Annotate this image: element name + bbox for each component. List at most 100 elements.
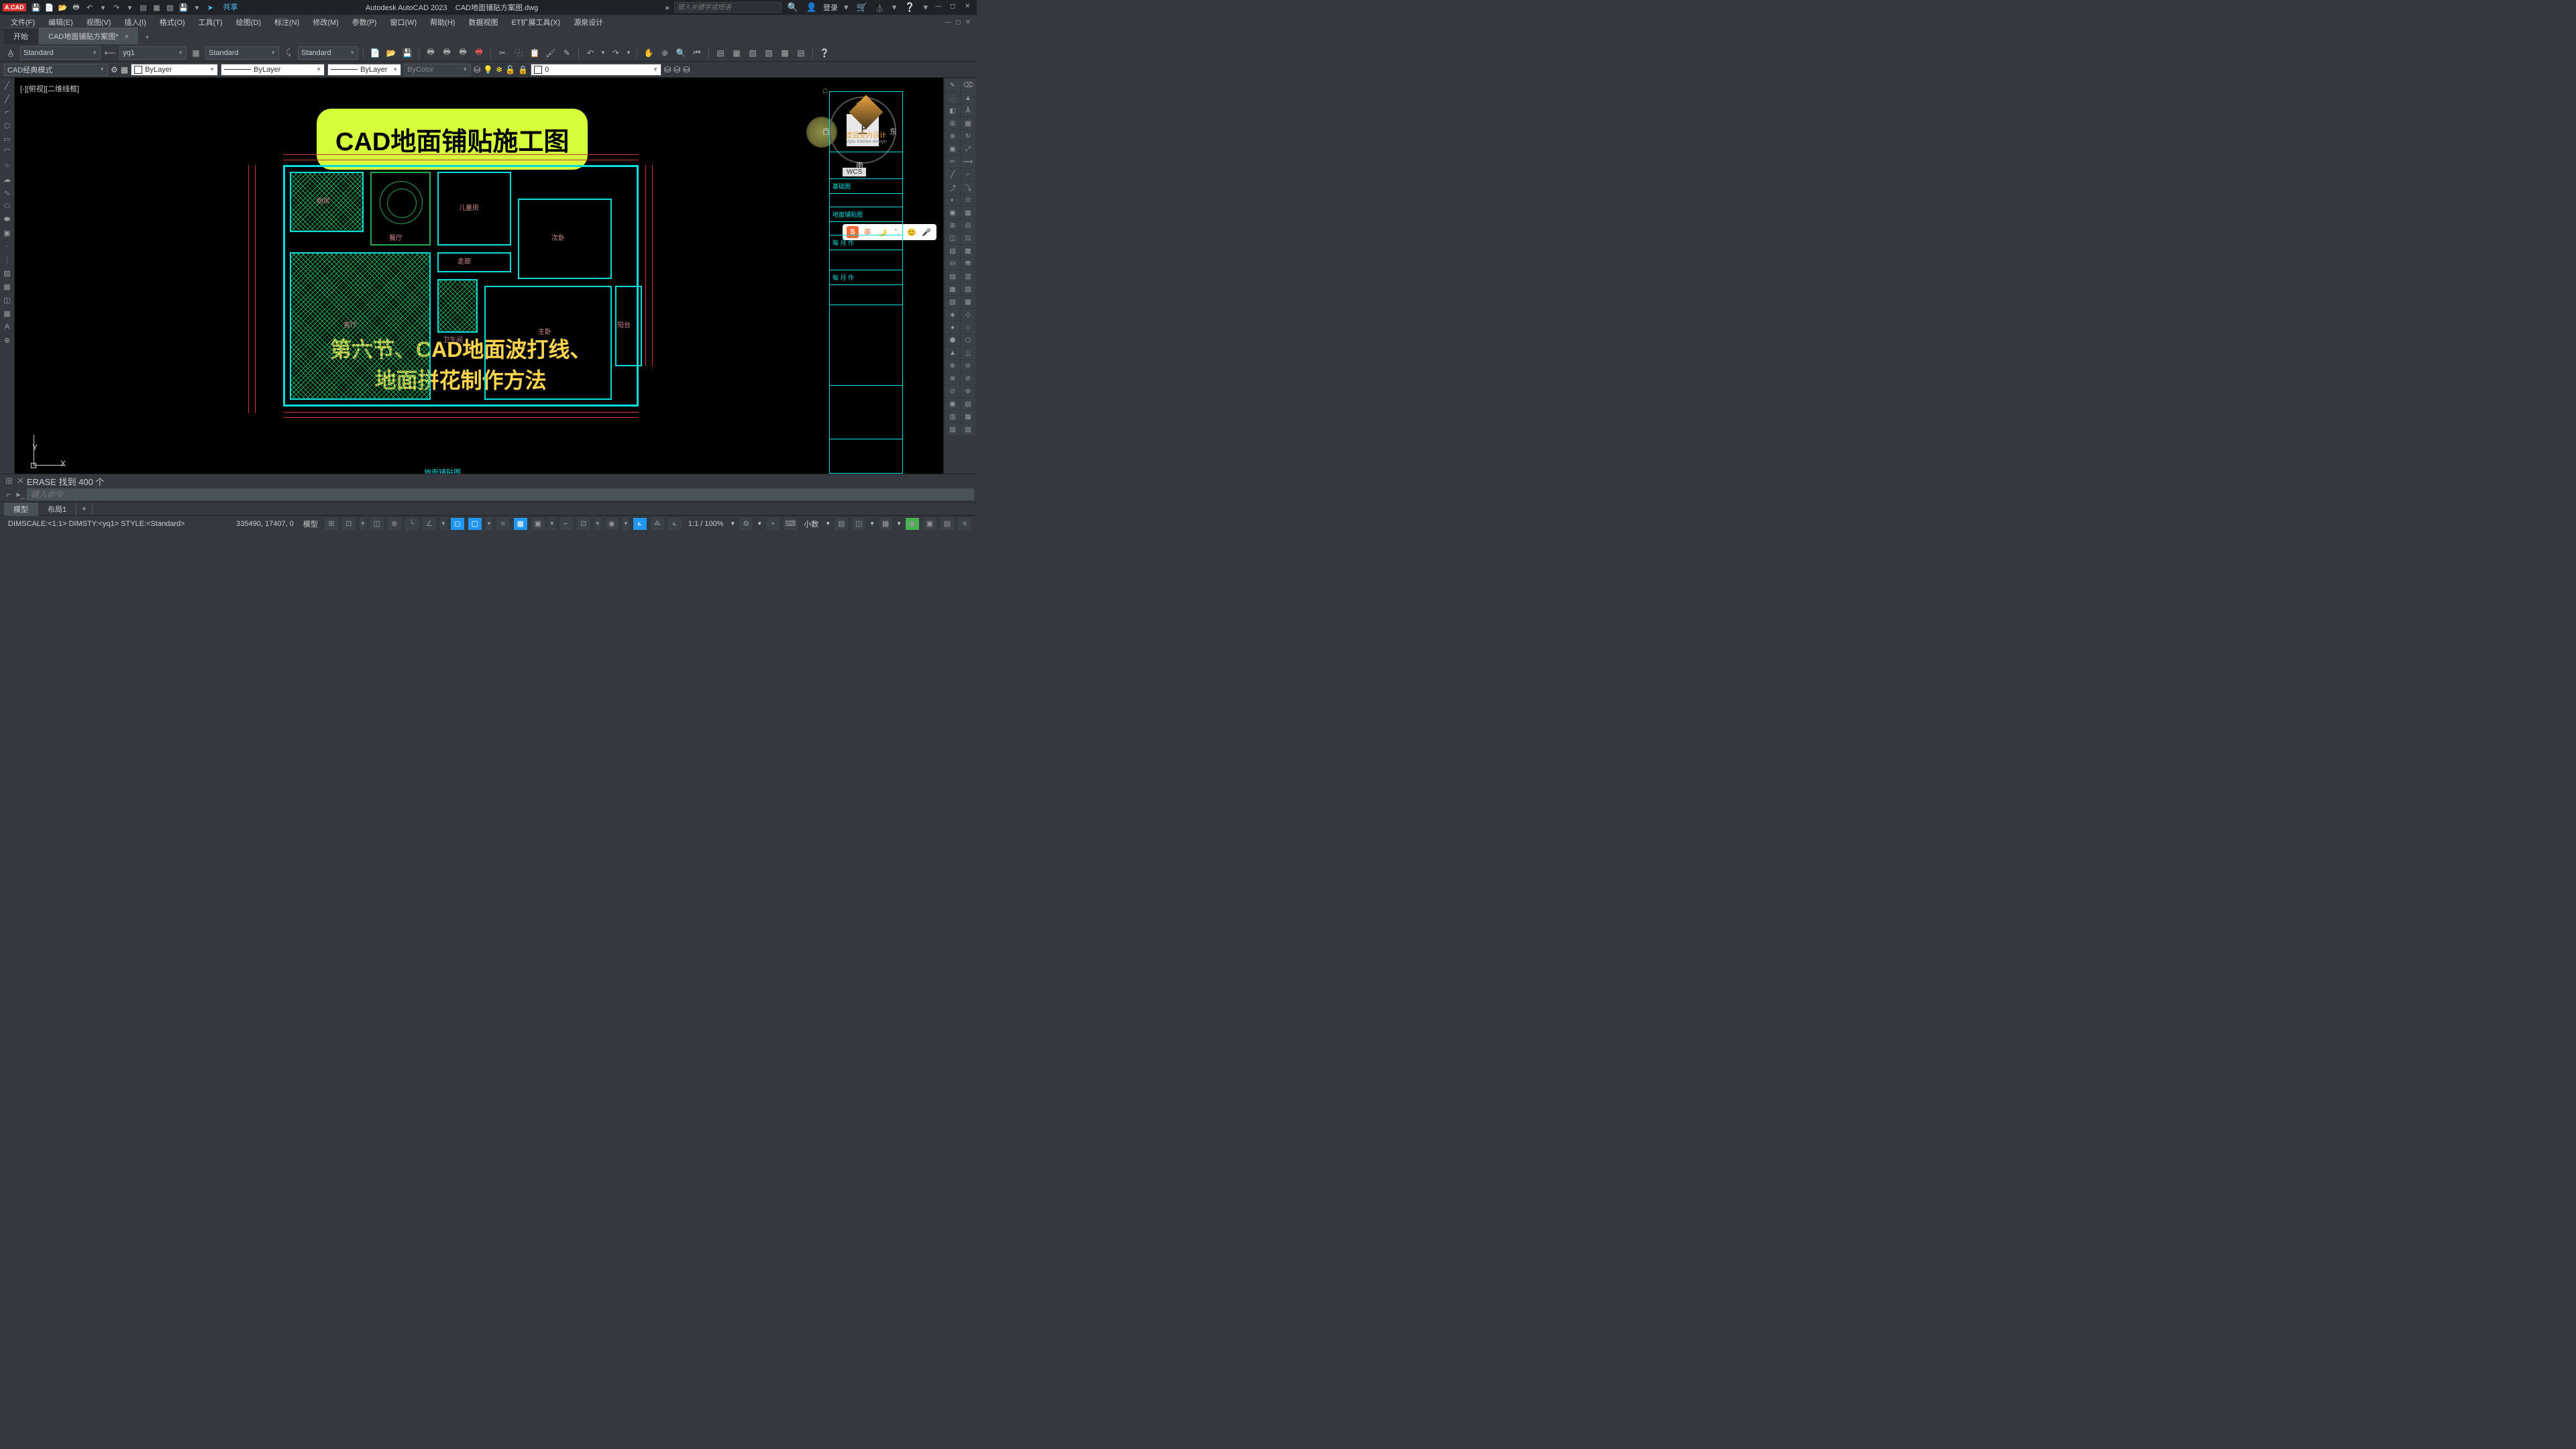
- table-style-icon[interactable]: ▦: [189, 46, 203, 60]
- osnap-drop[interactable]: ▼: [440, 518, 447, 530]
- lineweight-dropdown[interactable]: ByLayer▼: [327, 64, 401, 76]
- transparency-icon[interactable]: ▦: [514, 518, 527, 530]
- qat-save2-icon[interactable]: 💾: [178, 1, 190, 13]
- tab-document[interactable]: CAD地面铺贴方案图* ×: [39, 28, 138, 44]
- rectangle-tool[interactable]: ▭: [1, 133, 13, 145]
- share-icon[interactable]: ➤: [205, 1, 217, 13]
- snap-icon[interactable]: ⊡: [342, 518, 356, 530]
- save-file-icon[interactable]: 💾: [400, 46, 414, 60]
- status-coords[interactable]: 335490, 17407, 0: [233, 520, 297, 528]
- zoom-rt-icon[interactable]: ⊕: [658, 46, 672, 60]
- polar-icon[interactable]: ⊕: [388, 518, 401, 530]
- help-drop-icon[interactable]: ▾: [921, 2, 930, 13]
- rtool[interactable]: ▤: [945, 270, 960, 282]
- qp-icon[interactable]: ◉: [605, 518, 619, 530]
- ellipse-tool[interactable]: ⬭: [1, 200, 13, 212]
- 3dosnap-icon[interactable]: ⌐: [559, 518, 573, 530]
- rtool[interactable]: ⬢: [945, 334, 960, 346]
- layer-dropdown[interactable]: 0▼: [531, 64, 661, 76]
- undo-drop-icon[interactable]: ▾: [97, 1, 109, 13]
- spline-tool[interactable]: ∿: [1, 186, 13, 199]
- command-prompt-icon[interactable]: ⌐: [3, 490, 15, 499]
- table-tool[interactable]: ▦: [1, 307, 13, 319]
- line-tool[interactable]: ╱: [1, 79, 13, 91]
- qp-drop[interactable]: ▼: [623, 518, 629, 530]
- minimize-button[interactable]: —: [934, 3, 945, 12]
- linetype-dropdown[interactable]: ByLayer▼: [221, 64, 325, 76]
- rtool[interactable]: ▲: [961, 92, 975, 104]
- mtext-tool[interactable]: A: [1, 321, 13, 333]
- rtool[interactable]: ⊖: [961, 360, 975, 372]
- copy-icon[interactable]: ⿻: [512, 46, 525, 60]
- login-button[interactable]: 登录: [823, 2, 838, 13]
- hatch-tool[interactable]: ▨: [1, 267, 13, 279]
- cut-icon[interactable]: ✂: [496, 46, 509, 60]
- redo-drop-icon[interactable]: ▾: [124, 1, 136, 13]
- cycle-drop[interactable]: ▼: [549, 518, 555, 530]
- zoom-window-icon[interactable]: 🔍: [674, 46, 688, 60]
- rtool[interactable]: ⌐: [961, 168, 975, 180]
- toolpal-icon[interactable]: ▧: [746, 46, 759, 60]
- redo-drop-icon[interactable]: ▼: [625, 46, 632, 60]
- pline-tool[interactable]: ⌐: [1, 106, 13, 118]
- grid-icon[interactable]: ⊞: [325, 518, 338, 530]
- region-tool[interactable]: ◫: [1, 294, 13, 306]
- app-icon[interactable]: ⏃: [873, 1, 886, 14]
- layer-lock-icon[interactable]: 🔓: [505, 65, 515, 74]
- menu-modify[interactable]: 修改(M): [306, 15, 345, 30]
- rtool[interactable]: ▦: [961, 411, 975, 423]
- tab-layout1[interactable]: 布局1: [38, 502, 76, 516]
- qat-drop-icon[interactable]: ▾: [191, 1, 203, 13]
- cart-icon[interactable]: 🛒: [855, 2, 869, 13]
- hw-accel-icon[interactable]: ◉: [906, 518, 919, 530]
- command-input[interactable]: [27, 488, 974, 500]
- block-tool[interactable]: ▣: [1, 227, 13, 239]
- scale-icon[interactable]: ⟀: [633, 518, 647, 530]
- tab-start[interactable]: 开始: [4, 28, 38, 44]
- ortho-icon[interactable]: ◫: [370, 518, 384, 530]
- rtool[interactable]: ▨: [945, 296, 960, 308]
- menu-dimension[interactable]: 标注(N): [268, 15, 306, 30]
- rtool[interactable]: ⿻: [945, 92, 960, 104]
- rtool[interactable]: ▦: [961, 117, 975, 129]
- rtool[interactable]: Å: [961, 105, 975, 117]
- otrack-icon[interactable]: ◻: [451, 518, 464, 530]
- point-tool[interactable]: ·: [1, 240, 13, 252]
- color-dropdown[interactable]: ByLayer▼: [131, 64, 218, 76]
- add-layout-button[interactable]: +: [76, 504, 92, 515]
- status-units[interactable]: 小数: [801, 519, 821, 529]
- rtool[interactable]: ⤢: [961, 143, 975, 155]
- rtool[interactable]: ⊙: [961, 194, 975, 206]
- rtool[interactable]: ⊘: [961, 372, 975, 384]
- rtool[interactable]: △: [961, 347, 975, 359]
- rtool[interactable]: ▦: [961, 207, 975, 219]
- dcenter-icon[interactable]: ▦: [730, 46, 743, 60]
- markup-icon[interactable]: ▩: [778, 46, 792, 60]
- menu-tools[interactable]: 工具(T): [192, 15, 229, 30]
- viewport-label[interactable]: [-][俯视][二维线框]: [20, 83, 79, 94]
- rtool[interactable]: ⛁: [945, 258, 960, 270]
- rtool[interactable]: ○: [961, 321, 975, 333]
- redo-icon[interactable]: ↷: [609, 46, 623, 60]
- paste-icon[interactable]: 📋: [528, 46, 541, 60]
- menu-draw[interactable]: 绘图(D): [229, 15, 268, 30]
- rtool[interactable]: ✂: [945, 156, 960, 168]
- qat-icon[interactable]: ▤: [138, 1, 150, 13]
- menu-window[interactable]: 窗口(W): [383, 15, 423, 30]
- rtool[interactable]: ▨: [945, 245, 960, 257]
- dim-style-icon[interactable]: ⟵: [103, 46, 117, 60]
- workspace-dropdown[interactable]: CAD经典模式▼: [4, 64, 108, 76]
- workspace-settings-icon[interactable]: ⚙: [111, 65, 118, 74]
- workspace-save-icon[interactable]: ▦: [121, 65, 128, 74]
- share-button[interactable]: 共享: [223, 1, 238, 13]
- rtool[interactable]: ▣: [945, 398, 960, 410]
- plus-icon[interactable]: +: [766, 518, 780, 530]
- add-tab-button[interactable]: +: [140, 30, 155, 44]
- rtool[interactable]: ⊙: [945, 385, 960, 397]
- anno-icon[interactable]: ▦: [879, 518, 892, 530]
- home-icon[interactable]: ⌂: [822, 85, 828, 95]
- redo-icon[interactable]: ↷: [111, 1, 123, 13]
- login-drop-icon[interactable]: ▾: [842, 2, 851, 13]
- user-icon[interactable]: 👤: [804, 2, 819, 13]
- search-icon[interactable]: 🔍: [786, 2, 800, 13]
